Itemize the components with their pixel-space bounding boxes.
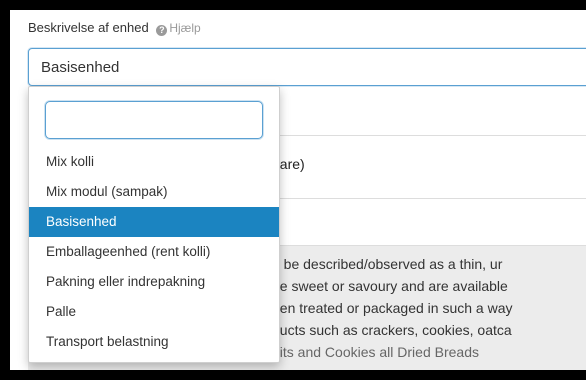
field-label: Beskrivelse af enhed ? Hjælp [28, 20, 201, 36]
description-line: n be described/observed as a thin, ur [272, 256, 503, 272]
help-label: Hjælp [169, 21, 201, 35]
field-label-text: Beskrivelse af enhed [28, 20, 149, 35]
description-line: ducts such as crackers, cookies, oatca [272, 322, 512, 338]
option-emballageenhed[interactable]: Emballageenhed (rent kolli) [29, 237, 279, 267]
options-dropdown: Mix kolli Mix modul (sampak) Basisenhed … [28, 86, 280, 363]
option-palle[interactable]: Palle [29, 297, 279, 327]
app-frame: Beskrivelse af enhed ? Hjælp Basisenhed p… [10, 10, 586, 370]
unit-description-select[interactable]: Basisenhed [28, 48, 586, 86]
help-link[interactable]: ? Hjælp [156, 21, 201, 36]
description-line: een treated or packaged in such a way [272, 300, 513, 316]
description-line: be sweet or savoury and are available [272, 278, 508, 294]
option-transport-belastning[interactable]: Transport belastning [29, 327, 279, 357]
dropdown-search-input[interactable] [45, 101, 263, 139]
option-basisenhed[interactable]: Basisenhed [29, 207, 279, 237]
option-pakning[interactable]: Pakning eller indrepakning [29, 267, 279, 297]
options-list: Mix kolli Mix modul (sampak) Basisenhed … [29, 147, 279, 357]
description-line: uits and Cookies all Dried Breads [272, 344, 479, 360]
question-icon: ? [156, 25, 168, 36]
selected-value: Basisenhed [41, 59, 120, 76]
option-mix-modul[interactable]: Mix modul (sampak) [29, 177, 279, 207]
option-mix-kolli[interactable]: Mix kolli [29, 147, 279, 177]
